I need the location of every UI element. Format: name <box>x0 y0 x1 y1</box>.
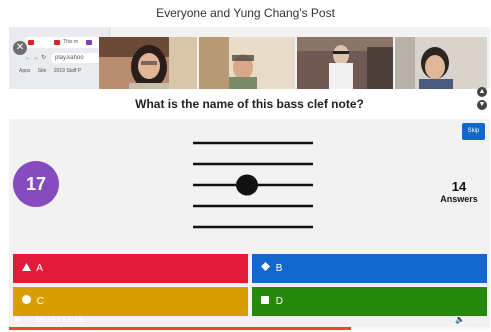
youtube-icon <box>54 40 60 45</box>
webcam-strip <box>99 37 487 89</box>
participant-photo <box>297 37 393 89</box>
participant-photo <box>99 37 197 89</box>
bass-clef-staff-image <box>193 141 313 229</box>
answer-choice-b[interactable]: B <box>252 254 487 283</box>
bookmarks-bar: Apps Site 2019 Staff P <box>11 68 107 74</box>
participant-photo <box>395 37 487 89</box>
webcam-participant <box>297 37 393 89</box>
back-icon[interactable]: ← <box>25 52 31 64</box>
question-text: What is the name of this bass clef note? <box>135 97 364 111</box>
question-banner: What is the name of this bass clef note?… <box>9 87 490 119</box>
choice-letter: B <box>275 263 283 275</box>
answer-choice-a[interactable]: A <box>13 254 248 283</box>
tab-favicon-icon <box>28 40 34 45</box>
progress-bar[interactable] <box>9 327 490 330</box>
participant-photo <box>199 37 295 89</box>
reload-icon[interactable]: ↻ <box>41 52 46 64</box>
progress-fill <box>9 327 351 330</box>
webcam-participant <box>199 37 295 89</box>
webcam-participant <box>99 37 197 89</box>
bookmark-staff[interactable]: 2019 Staff P <box>54 68 81 74</box>
browser-chrome: This m ← → ↻ play.kahoo Apps Site 2019 S… <box>9 27 115 89</box>
address-bar[interactable]: ← → ↻ play.kahoo <box>11 52 111 64</box>
scroll-down-icon[interactable]: ▼ <box>477 100 487 110</box>
video-player[interactable]: This m ← → ↻ play.kahoo Apps Site 2019 S… <box>9 27 490 330</box>
bookmark-site[interactable]: Site <box>38 68 47 74</box>
answers-label: Answers <box>440 194 478 204</box>
webcam-participant <box>395 37 487 89</box>
post-title: Everyone and Yung Chang's Post <box>156 6 335 20</box>
diamond-icon <box>261 254 273 283</box>
tab-favicon-icon <box>86 40 92 45</box>
answers-counter: 14 Answers <box>434 179 484 204</box>
choice-letter: A <box>36 263 43 275</box>
triangle-icon <box>22 254 34 283</box>
close-icon[interactable]: ✕ <box>13 41 27 55</box>
skip-button[interactable]: Skip <box>462 123 485 140</box>
choice-letter: D <box>275 296 284 308</box>
bookmark-apps[interactable]: Apps <box>19 68 30 74</box>
note-head <box>236 174 258 196</box>
scroll-up-icon[interactable]: ▲ <box>477 87 487 97</box>
answers-count: 14 <box>451 179 467 194</box>
forward-icon[interactable]: → <box>33 52 39 64</box>
countdown-timer: 17 <box>13 161 59 207</box>
choice-letter: C <box>36 296 45 308</box>
